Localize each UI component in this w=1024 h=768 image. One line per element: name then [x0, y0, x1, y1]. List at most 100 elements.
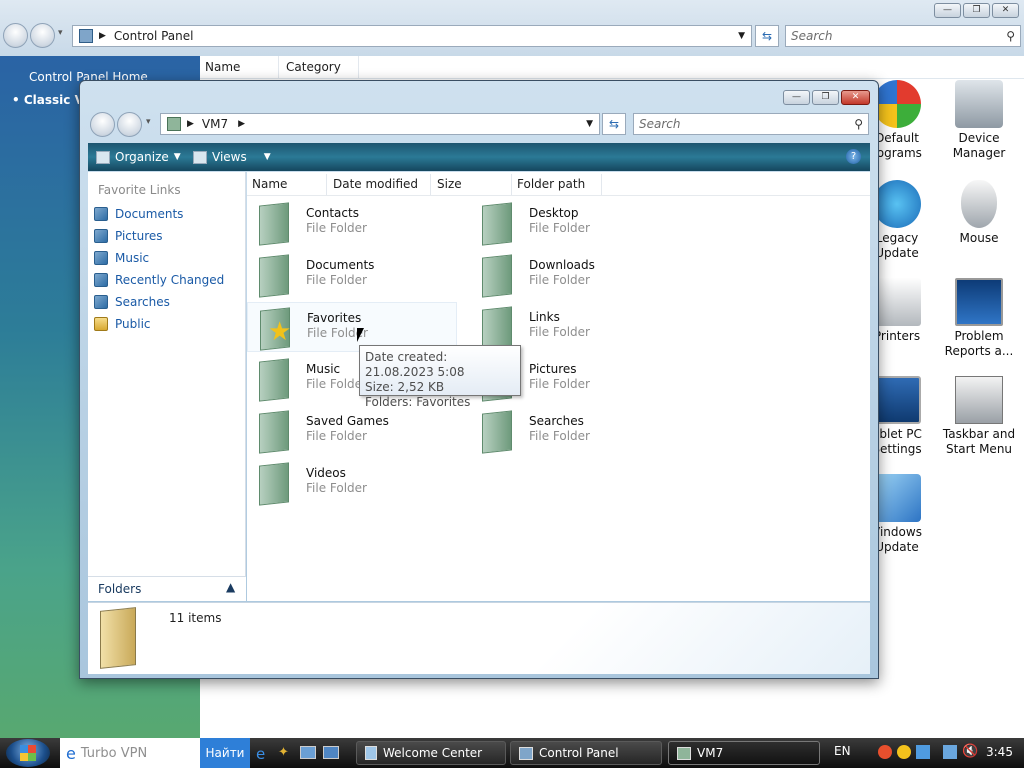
forward-button[interactable] [30, 23, 55, 48]
chevron-down-icon[interactable]: ▼ [738, 31, 745, 41]
music-icon [94, 251, 108, 265]
taskbar-button-control-panel[interactable]: Control Panel [510, 741, 662, 765]
folder-item-downloads[interactable]: Downloads File Folder [470, 250, 680, 300]
address-bar[interactable]: ▶ VM7 ▶ ▼ [160, 113, 600, 135]
folder-item-searches[interactable]: Searches File Folder [470, 406, 680, 456]
favorite-link-documents[interactable]: Documents [94, 207, 183, 221]
item-label: Device Manager [952, 131, 1006, 160]
search-icon[interactable]: ⚲ [854, 117, 863, 131]
printer-icon [873, 278, 921, 326]
taskbar-start-menu-item[interactable]: Taskbar and Start Menu [934, 376, 1024, 457]
switch-windows-icon[interactable] [323, 746, 339, 759]
turbo-vpn-launcher[interactable]: e Turbo VPN [60, 738, 200, 768]
quick-launch-icon[interactable]: ✦ [278, 745, 289, 760]
favorite-link-pictures[interactable]: Pictures [94, 229, 163, 243]
folders-label: Folders [98, 582, 142, 596]
folder-item-videos[interactable]: Videos File Folder [247, 458, 457, 508]
chevron-down-icon[interactable]: ▼ [586, 119, 593, 129]
documents-icon [94, 207, 108, 221]
navigation-pane: Favorite Links Documents Pictures Music … [88, 172, 246, 601]
chevron-down-icon: ▼ [263, 152, 271, 162]
back-button[interactable] [3, 23, 28, 48]
help-icon[interactable]: ? [846, 149, 861, 164]
search-placeholder: Search [791, 29, 833, 43]
folder-item-documents[interactable]: Documents File Folder [247, 250, 457, 300]
ie-icon[interactable]: e [256, 745, 265, 763]
desktop-folder-icon [478, 200, 520, 246]
show-desktop-icon[interactable] [300, 746, 316, 759]
favorite-link-searches[interactable]: Searches [94, 295, 170, 309]
clock[interactable]: 3:45 [986, 745, 1013, 759]
column-size[interactable]: Size [432, 174, 512, 195]
tray-stop-icon[interactable] [878, 745, 892, 759]
tray-network-icon[interactable] [916, 745, 930, 759]
videos-folder-icon [255, 460, 297, 506]
refresh-icon[interactable]: ⇆ [602, 113, 626, 135]
close-button[interactable]: ✕ [841, 90, 870, 105]
search-input[interactable]: Search ⚲ [633, 113, 869, 135]
folders-toggle[interactable]: Folders ▲ [88, 576, 246, 601]
breadcrumb-arrow-icon: ▶ [238, 119, 246, 129]
address-text: VM7 [201, 117, 229, 131]
column-category[interactable]: Category [281, 56, 359, 78]
taskbar-button-vm7[interactable]: VM7 [668, 741, 820, 765]
minimize-button[interactable]: — [783, 90, 810, 105]
volume-muted-icon[interactable]: 🔇 [962, 744, 978, 759]
favorite-links-header: Favorite Links [98, 183, 181, 197]
forward-button[interactable] [117, 112, 142, 137]
column-date-modified[interactable]: Date modified [328, 174, 431, 195]
taskbar-icon [955, 376, 1003, 424]
tray-shield-icon[interactable] [897, 745, 911, 759]
column-name[interactable]: Name [200, 56, 279, 78]
maximize-button[interactable]: ❐ [963, 3, 990, 18]
control-panel-icon [79, 29, 93, 43]
links-folder-icon [478, 304, 520, 350]
minimize-button[interactable]: — [934, 3, 961, 18]
item-count: 11 items [169, 611, 222, 625]
favorite-link-public[interactable]: Public [94, 317, 151, 331]
tooltip-date-created: Date created: 21.08.2023 5:08 [365, 350, 465, 379]
favorite-link-music[interactable]: Music [94, 251, 149, 265]
favorite-link-recently-changed[interactable]: Recently Changed [94, 273, 224, 287]
views-button[interactable]: Views ▼ [193, 150, 271, 164]
language-indicator[interactable]: EN [834, 744, 851, 758]
command-bar: Organize ▼ Views ▼ ? [88, 143, 870, 171]
taskbar-button-welcome-center[interactable]: Welcome Center [356, 741, 506, 765]
classic-view-link[interactable]: • Classic Vi [12, 93, 88, 107]
column-name[interactable]: Name [247, 174, 327, 195]
organize-button[interactable]: Organize ▼ [96, 150, 181, 164]
problem-reports-item[interactable]: Problem Reports a... [934, 278, 1024, 359]
searches-folder-icon [478, 408, 520, 454]
folder-icon [677, 746, 691, 760]
contacts-folder-icon [255, 200, 297, 246]
control-panel-icon [519, 746, 533, 760]
search-icon[interactable]: ⚲ [1006, 29, 1015, 43]
recent-pages-icon[interactable]: ▾ [58, 28, 63, 38]
device-manager-item[interactable]: Device Manager [934, 80, 1024, 161]
close-button[interactable]: ✕ [992, 3, 1019, 18]
back-button[interactable] [90, 112, 115, 137]
folder-item-contacts[interactable]: Contacts File Folder [247, 198, 457, 248]
start-button[interactable] [6, 739, 50, 767]
search-input[interactable]: Search ⚲ [785, 25, 1021, 47]
column-folder-path[interactable]: Folder path [512, 174, 602, 195]
recent-pages-icon[interactable]: ▾ [146, 117, 151, 127]
taskbar: e Turbo VPN Найти e ✦ Welcome Center Con… [0, 738, 1024, 768]
folder-item-desktop[interactable]: Desktop File Folder [470, 198, 680, 248]
mouse-item[interactable]: Mouse [934, 180, 1024, 246]
search-placeholder: Search [639, 117, 681, 131]
folder-item-saved-games[interactable]: Saved Games File Folder [247, 406, 457, 456]
address-bar[interactable]: ▶ Control Panel ▼ [72, 25, 752, 47]
default-programs-icon [873, 80, 921, 128]
tray-computer-icon[interactable] [943, 745, 957, 759]
user-folder-icon [167, 117, 181, 131]
downloads-folder-icon [478, 252, 520, 298]
control-panel-column-header: Name Category [200, 56, 1024, 79]
chevron-up-icon[interactable]: ▲ [226, 580, 235, 594]
pictures-icon [94, 229, 108, 243]
item-label: Problem Reports a... [944, 329, 1014, 358]
refresh-icon[interactable]: ⇆ [755, 25, 779, 47]
mouse-cursor-icon [357, 328, 364, 342]
find-button[interactable]: Найти [200, 738, 250, 768]
maximize-button[interactable]: ❐ [812, 90, 839, 105]
